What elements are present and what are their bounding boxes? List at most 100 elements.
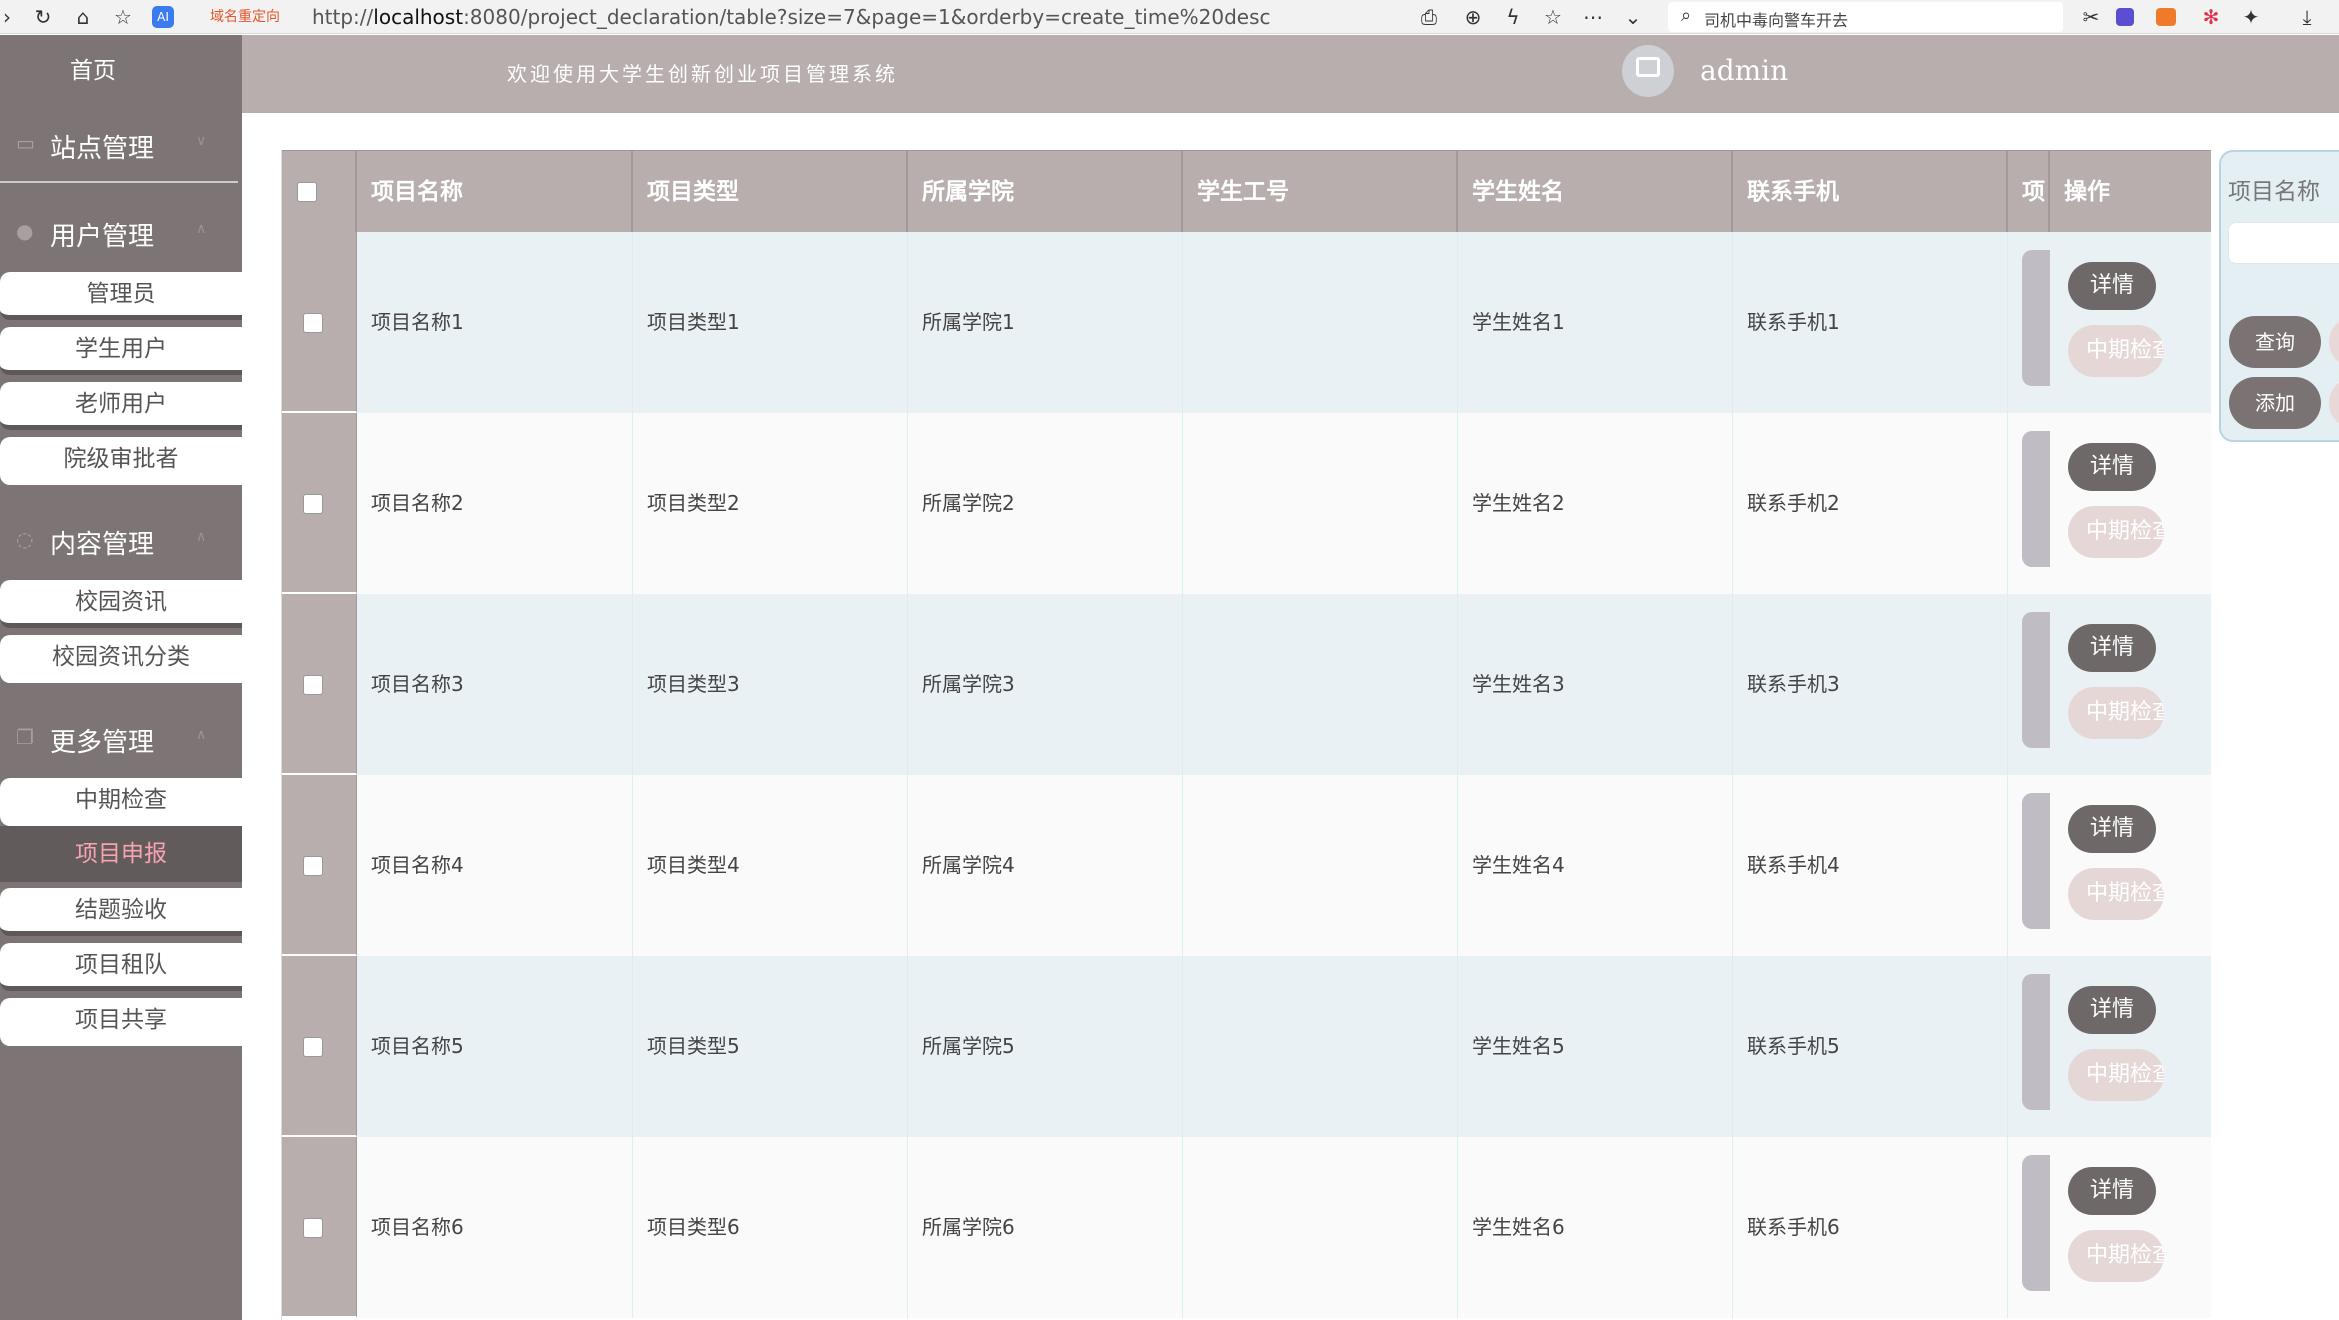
more-icon[interactable]: ⋯ [1580, 4, 1606, 30]
row-select-cell [282, 232, 357, 413]
row-select-cell [282, 413, 357, 594]
truncated-cell [2022, 612, 2050, 748]
table-row: 项目名称5项目类型5所属学院5 学生姓名5联系手机5 详情中期检查 [282, 956, 2211, 1137]
column-header[interactable]: 联系手机 [1733, 151, 2008, 233]
sidebar-item-college-approver[interactable]: 院级审批者 [0, 437, 242, 485]
extension-icon-2[interactable] [2156, 8, 2176, 26]
column-header[interactable]: 学生工号 [1183, 151, 1458, 233]
downloads-icon[interactable]: ⤓ [2294, 4, 2320, 30]
project-name-input[interactable] [2228, 222, 2339, 264]
ai-badge-icon[interactable]: AI [152, 6, 174, 28]
midterm-check-button[interactable]: 中期检查 [2068, 868, 2164, 920]
sidebar-item-student-users[interactable]: 学生用户 [0, 327, 242, 375]
row-checkbox[interactable] [303, 675, 323, 695]
detail-button[interactable]: 详情 [2068, 624, 2156, 672]
table-row: 项目名称6项目类型6所属学院6 学生姓名6联系手机6 详情中期检查 [282, 1137, 2211, 1318]
sidebar-group-users[interactable]: ● 用户管理 ∧ [0, 207, 242, 257]
username[interactable]: admin [1700, 54, 1788, 87]
sidebar: 首页 ▭ 站点管理 ∨ ● 用户管理 ∧ 管理员 学生用户 老师用户 院级审批者… [0, 35, 242, 1320]
sidebar-group-content[interactable]: ◌ 内容管理 ∧ [0, 515, 242, 565]
detail-button[interactable]: 详情 [2068, 262, 2156, 310]
sidebar-item-final-acceptance[interactable]: 结题验收 [0, 888, 242, 936]
data-table: 项目名称 项目类型 所属学院 学生工号 学生姓名 联系手机 项 操作 项目名称1… [281, 150, 2211, 1320]
midterm-check-button[interactable]: 中期检查 [2068, 325, 2164, 377]
row-select-cell [282, 594, 357, 775]
column-header[interactable]: 项 [2008, 151, 2050, 233]
cell-college: 所属学院5 [908, 956, 1183, 1137]
chevron-down-icon[interactable]: ⌄ [1620, 4, 1646, 30]
cell-project-name: 项目名称3 [357, 594, 633, 775]
cell-student-id [1183, 956, 1458, 1137]
detail-button[interactable]: 详情 [2068, 1167, 2156, 1215]
star-icon[interactable]: ☆ [1540, 4, 1566, 30]
cell-student-id [1183, 775, 1458, 956]
sidebar-group-site[interactable]: ▭ 站点管理 ∨ [0, 119, 242, 169]
cell-project-name: 项目名称2 [357, 413, 633, 594]
browser-search-box[interactable]: ⌕ 司机中毒向警车开去 [1668, 2, 2063, 32]
copy-icon: ❐ [16, 725, 34, 749]
cell-project-type: 项目类型2 [633, 413, 908, 594]
cell-student-name: 学生姓名5 [1458, 956, 1733, 1137]
sidebar-item-project-share[interactable]: 项目共享 [0, 998, 242, 1046]
reset-button[interactable] [2329, 316, 2339, 368]
column-header[interactable]: 项目名称 [357, 151, 633, 233]
lightning-icon[interactable]: ϟ [1500, 4, 1526, 30]
row-checkbox[interactable] [303, 1037, 323, 1057]
add-button[interactable]: 添加 [2229, 377, 2321, 429]
row-checkbox[interactable] [303, 313, 323, 333]
select-all-checkbox[interactable] [297, 182, 317, 202]
sidebar-group-more[interactable]: ❐ 更多管理 ∧ [0, 713, 242, 763]
row-checkbox[interactable] [303, 1218, 323, 1238]
cell-student-name: 学生姓名2 [1458, 413, 1733, 594]
cell-project-type: 项目类型1 [633, 232, 908, 413]
top-header: 欢迎使用大学生创新创业项目管理系统 admin [242, 35, 2339, 113]
download-page-icon[interactable]: ⎙ [1416, 4, 1442, 30]
zoom-icon[interactable]: ⊕ [1460, 4, 1486, 30]
sidebar-item-teacher-users[interactable]: 老师用户 [0, 382, 242, 430]
home-icon[interactable]: ⌂ [70, 4, 96, 30]
midterm-check-button[interactable]: 中期检查 [2068, 1049, 2164, 1101]
cell-college: 所属学院6 [908, 1137, 1183, 1318]
sidebar-item-admin[interactable]: 管理员 [0, 272, 242, 320]
forward-icon[interactable]: › [0, 4, 14, 30]
sidebar-item-midterm-check[interactable]: 中期检查 [0, 778, 242, 826]
row-select-cell [282, 956, 357, 1137]
address-bar[interactable]: http://localhost:8080/project_declaratio… [312, 3, 1271, 31]
sidebar-item-project-declaration[interactable]: 项目申报 [0, 826, 242, 882]
truncated-cell [2022, 974, 2050, 1110]
row-checkbox[interactable] [303, 856, 323, 876]
select-all-cell [282, 151, 357, 233]
sidebar-item-campus-news[interactable]: 校园资讯 [0, 580, 242, 628]
midterm-check-button[interactable]: 中期检查 [2068, 506, 2164, 558]
chevron-up-icon: ∧ [196, 221, 207, 237]
column-header[interactable]: 所属学院 [908, 151, 1183, 233]
cell-project-type: 项目类型4 [633, 775, 908, 956]
extension-icon-1[interactable] [2116, 8, 2134, 26]
detail-button[interactable]: 详情 [2068, 986, 2156, 1034]
scissors-icon[interactable]: ✂ [2078, 4, 2104, 30]
row-checkbox[interactable] [303, 494, 323, 514]
query-button[interactable]: 查询 [2229, 316, 2321, 368]
avatar[interactable] [1622, 45, 1674, 97]
chevron-up-icon: ∧ [196, 727, 207, 743]
sidebar-item-news-category[interactable]: 校园资讯分类 [0, 635, 242, 683]
midterm-check-button[interactable]: 中期检查 [2068, 687, 2164, 739]
detail-button[interactable]: 详情 [2068, 805, 2156, 853]
cell-phone: 联系手机4 [1733, 775, 2008, 956]
detail-button[interactable]: 详情 [2068, 443, 2156, 491]
column-header[interactable]: 学生姓名 [1458, 151, 1733, 233]
extension-icon-3[interactable]: ✻ [2198, 4, 2224, 30]
browser-search-text: 司机中毒向警车开去 [1704, 11, 1849, 30]
cell-student-id [1183, 594, 1458, 775]
delete-button[interactable] [2329, 377, 2339, 429]
welcome-text: 欢迎使用大学生创新创业项目管理系统 [507, 62, 898, 86]
column-header[interactable]: 项目类型 [633, 151, 908, 233]
reload-icon[interactable]: ↻ [30, 4, 56, 30]
puzzle-icon[interactable]: ✦ [2238, 4, 2264, 30]
bookmark-list-icon[interactable]: ☆ [110, 4, 136, 30]
sidebar-item-project-team[interactable]: 项目租队 [0, 943, 242, 991]
midterm-check-button[interactable]: 中期检查 [2068, 1230, 2164, 1282]
chevron-up-icon: ∧ [196, 529, 207, 545]
sidebar-home[interactable]: 首页 [0, 51, 186, 85]
cell-college: 所属学院2 [908, 413, 1183, 594]
